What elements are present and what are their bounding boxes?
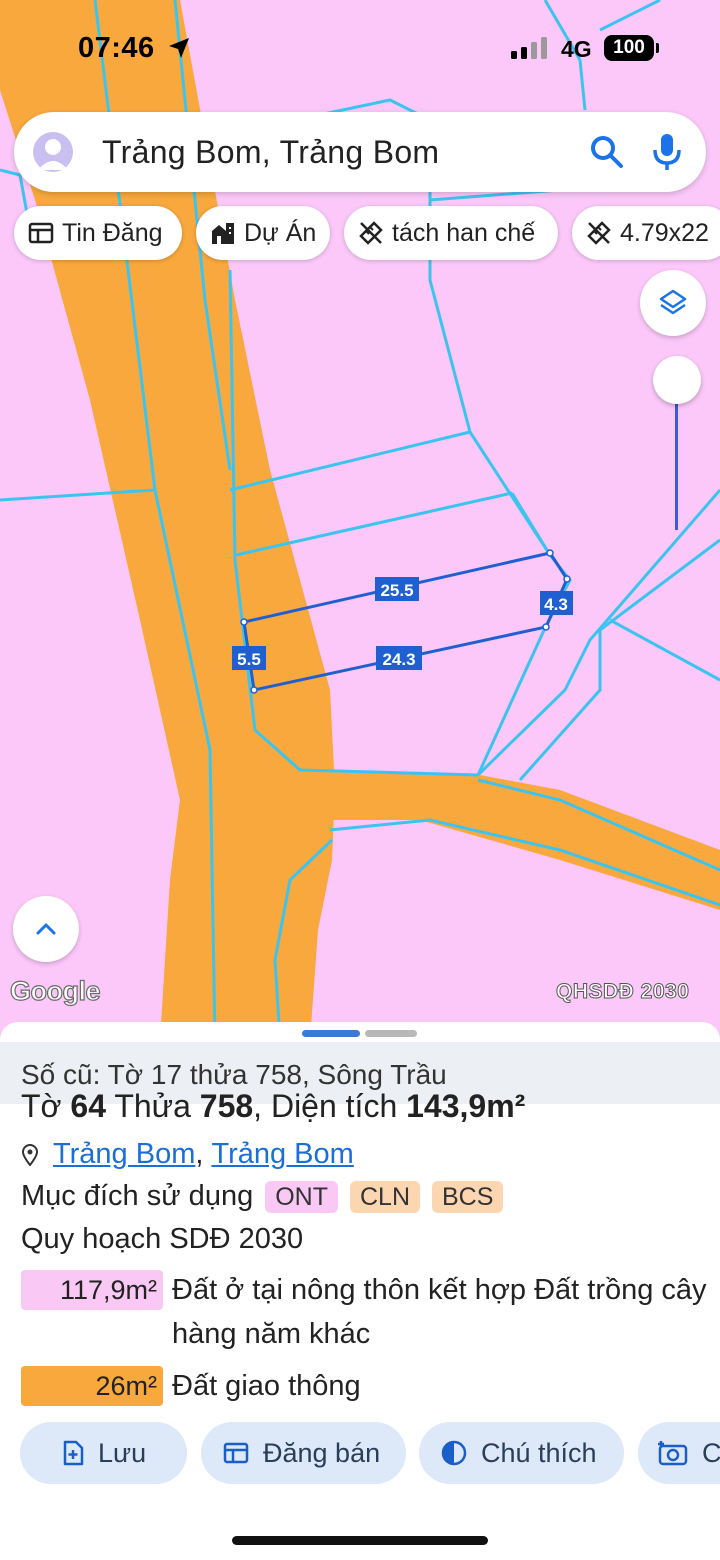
usage-tag-bcs: BCS — [432, 1180, 504, 1213]
plan-desc-traffic: Đất giao thông — [172, 1370, 361, 1402]
svg-text:4.3: 4.3 — [544, 595, 568, 614]
parcel-title: Tờ 64 Thửa 758, Diện tích 143,9m² — [21, 1088, 525, 1125]
search-input[interactable]: Trảng Bom, Trảng Bom — [102, 134, 439, 171]
area-value: 143,9m² — [406, 1088, 526, 1124]
chevron-up-icon — [36, 923, 56, 935]
address-link-town[interactable]: Trảng Bom — [211, 1138, 353, 1171]
avatar[interactable] — [33, 132, 73, 172]
cellular-signal-icon — [511, 37, 547, 59]
usage-tag-cln: CLN — [349, 1180, 420, 1213]
edge-label-top: 25.5 — [375, 577, 419, 601]
svg-text:5.5: 5.5 — [237, 650, 261, 669]
expand-button[interactable] — [13, 896, 79, 962]
land-use: Mục đích sử dụng ONT CLN BCS — [21, 1180, 504, 1213]
svg-text:24.3: 24.3 — [382, 650, 415, 669]
location-pin-icon — [21, 1143, 39, 1166]
edge-label-left: 5.5 — [232, 646, 266, 670]
edge-label-bottom: 24.3 — [376, 646, 422, 670]
camera-button[interactable]: C — [638, 1422, 720, 1484]
layers-icon — [659, 289, 687, 315]
network-type: 4G — [561, 36, 592, 62]
battery-level: 100 — [613, 37, 645, 58]
chip-tach-han-che[interactable]: tách han chế — [344, 206, 558, 260]
search-bar[interactable]: Trảng Bom, Trảng Bom — [14, 112, 706, 192]
camera-label: C — [702, 1437, 720, 1468]
camera-icon — [658, 1441, 688, 1466]
status-time: 07:46 — [78, 32, 155, 64]
address: Trảng Bom, Trảng Bom — [21, 1138, 354, 1171]
contrast-icon — [441, 1440, 467, 1466]
plan-desc-residential: Đất ở tại nông thôn kết hợp Đất trồng câ… — [172, 1274, 707, 1350]
chip-label: 4.79x22 — [620, 218, 709, 247]
location-arrow-icon — [169, 38, 189, 58]
search-icon[interactable] — [589, 134, 625, 170]
post-sale-button[interactable]: Đăng bán — [201, 1422, 406, 1484]
home-indicator[interactable] — [232, 1536, 488, 1545]
legend-button[interactable]: Chú thích — [419, 1422, 624, 1484]
area-label: , Diện tích — [253, 1088, 398, 1124]
chip-label: Tin Đăng — [62, 218, 163, 247]
ruler-icon — [587, 221, 611, 245]
chip-label: Dự Án — [244, 218, 317, 247]
map-layer-label: QHSDĐ 2030 — [555, 980, 690, 1004]
plot-label: Thửa — [114, 1088, 191, 1124]
chip-du-an[interactable]: Dự Án — [196, 206, 330, 260]
battery-icon: 100 — [604, 35, 659, 61]
post-sale-label: Đăng bán — [263, 1437, 381, 1468]
plan-area-residential: 117,9m² — [21, 1270, 163, 1310]
bookmark-add-icon — [63, 1440, 84, 1466]
map-view[interactable]: 25.5 4.3 5.5 24.3 07:46 4G 100 Trảng Bom… — [0, 0, 720, 1040]
listing-icon — [223, 1442, 249, 1464]
sheet-number: 64 — [70, 1088, 107, 1124]
filter-chips: Tin Đăng Dự Án tách han chế 4.79x22 — [14, 206, 720, 260]
mic-icon[interactable] — [652, 132, 682, 172]
chip-dimensions[interactable]: 4.79x22 — [572, 206, 720, 260]
usage-tag-ont: ONT — [265, 1180, 338, 1213]
save-button[interactable]: Lưu — [20, 1422, 187, 1484]
usage-label: Mục đích sử dụng — [21, 1180, 254, 1212]
title-prefix: Tờ — [21, 1088, 62, 1124]
user-avatar-icon — [38, 139, 68, 170]
newspaper-icon — [28, 222, 54, 244]
plan-area-traffic: 26m² — [21, 1366, 163, 1406]
edge-label-right: 4.3 — [540, 591, 573, 615]
plan-label: Quy hoạch SDĐ 2030 — [21, 1223, 304, 1255]
address-link-district[interactable]: Trảng Bom — [53, 1138, 195, 1171]
plot-number: 758 — [199, 1088, 254, 1124]
layers-button[interactable] — [640, 270, 706, 336]
legend-label: Chú thích — [481, 1437, 597, 1468]
status-bar: 07:46 4G 100 — [0, 0, 720, 100]
parcel-details-sheet[interactable]: Số cũ: Tờ 17 thửa 758, Sông Trầu Tờ 64 T… — [0, 1022, 720, 1560]
save-label: Lưu — [98, 1437, 147, 1468]
chip-label: tách han chế — [392, 218, 536, 247]
address-separator: , — [195, 1138, 204, 1170]
sheet-handle-active[interactable] — [302, 1030, 360, 1037]
building-icon — [212, 223, 234, 244]
sheet-handle[interactable] — [365, 1030, 417, 1037]
google-logo: Google — [9, 975, 101, 1006]
action-bar: Lưu Đăng bán Chú thích C — [20, 1422, 720, 1484]
opacity-slider-handle[interactable] — [653, 356, 701, 404]
chip-tin-dang[interactable]: Tin Đăng — [14, 206, 182, 260]
svg-text:25.5: 25.5 — [380, 581, 413, 600]
ruler-icon — [359, 221, 383, 245]
